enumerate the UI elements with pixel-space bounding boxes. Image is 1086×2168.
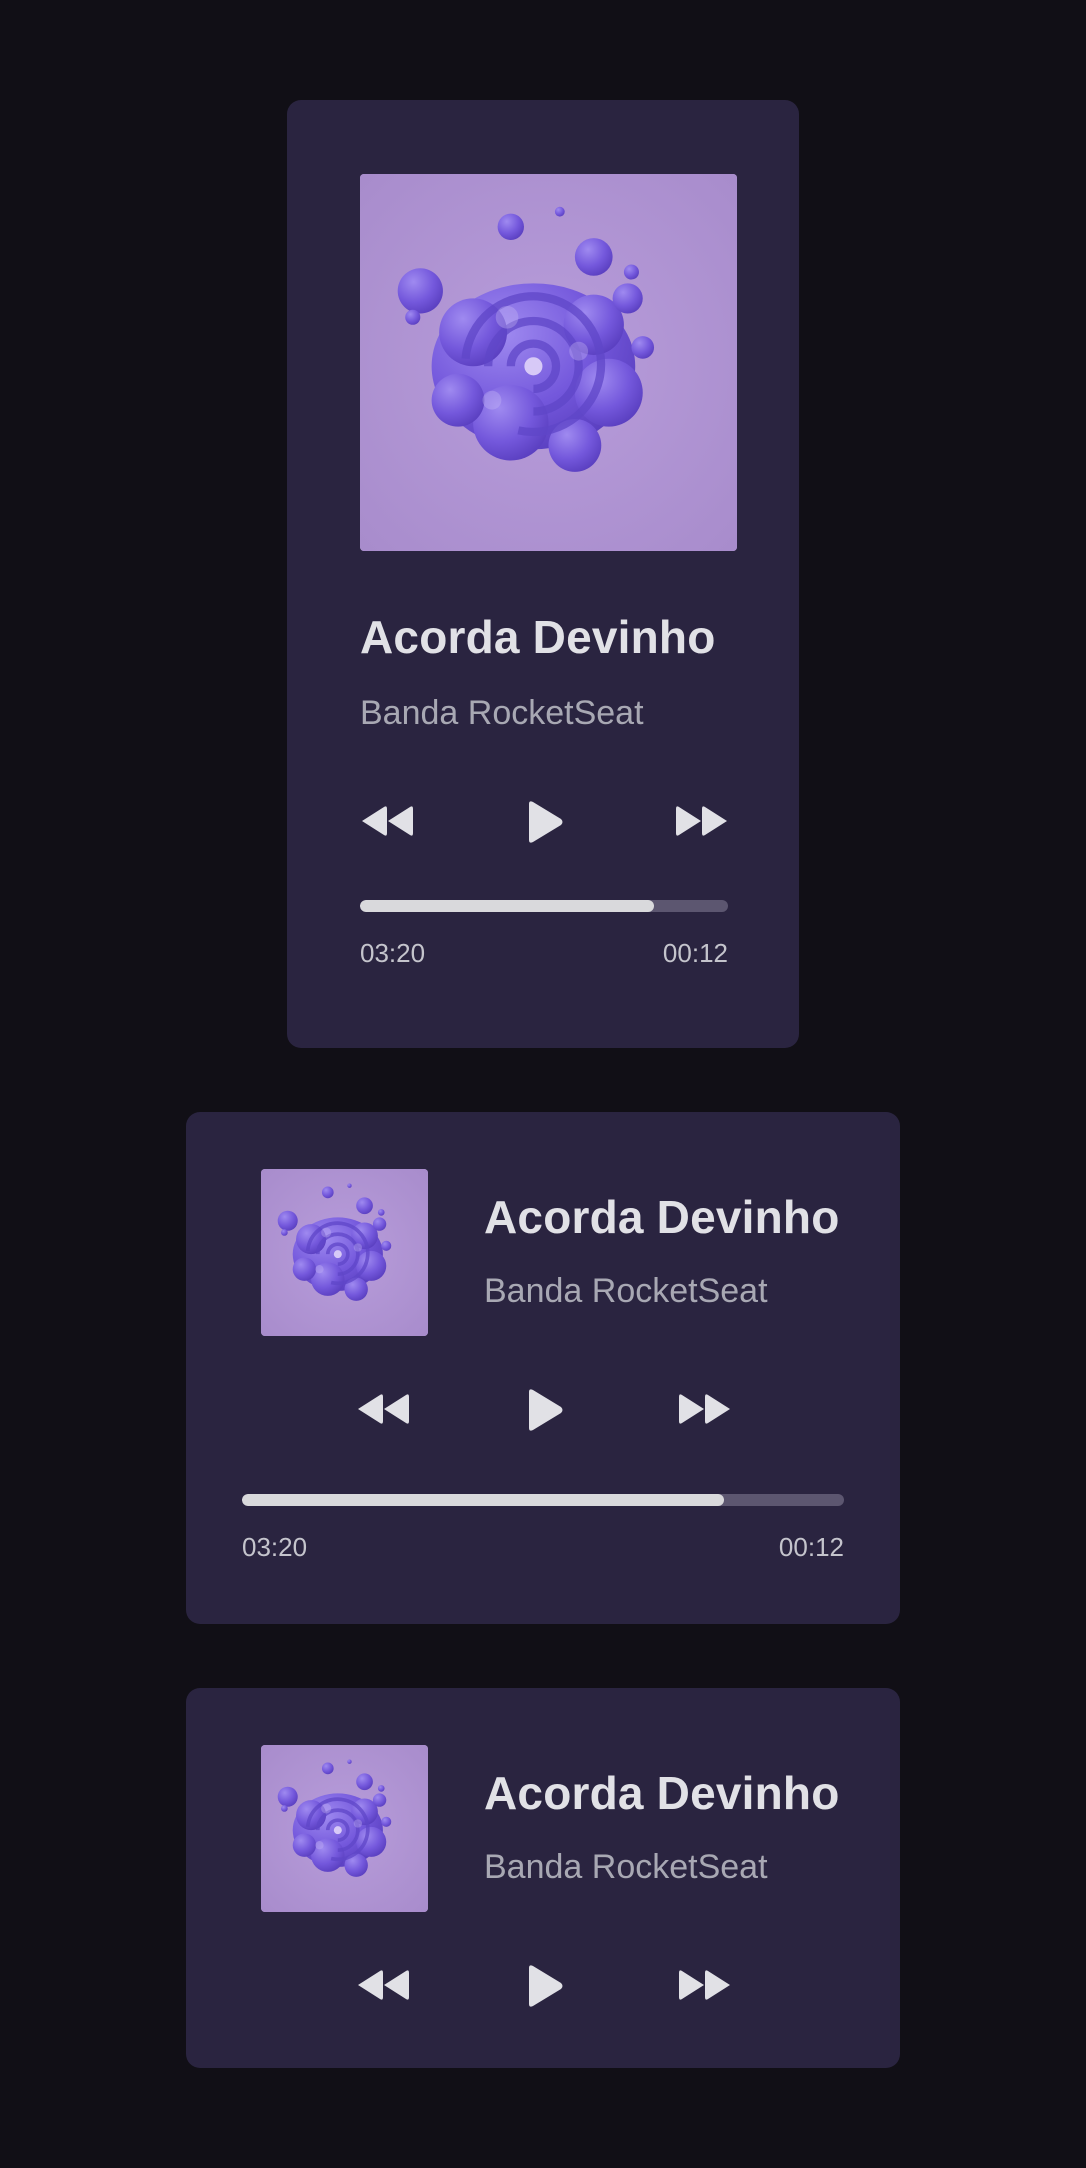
song-title: Acorda Devinho (360, 611, 716, 663)
song-title: Acorda Devinho (484, 1191, 840, 1243)
current-time: 03:20 (360, 938, 426, 968)
rewind-icon (356, 1392, 412, 1426)
previous-button[interactable] (356, 1968, 412, 2002)
artist-name: Banda RocketSeat (484, 1848, 768, 1886)
album-cover (261, 1745, 428, 1912)
album-cover (261, 1169, 428, 1336)
next-button[interactable] (676, 1392, 732, 1426)
artist-name: Banda RocketSeat (360, 694, 644, 732)
play-icon (526, 1388, 564, 1432)
rewind-icon (360, 804, 416, 838)
play-button[interactable] (526, 1964, 564, 2008)
progress-bar[interactable] (242, 1494, 844, 1506)
total-time: 00:12 (662, 938, 728, 968)
previous-button[interactable] (360, 804, 416, 838)
music-player-compact: Acorda Devinho Banda RocketSeat (186, 1688, 900, 2068)
music-player-horizontal: Acorda Devinho Banda RocketSeat 03:20 00… (186, 1112, 900, 1624)
playback-controls (360, 796, 728, 856)
playback-controls (356, 1960, 730, 2020)
artist-name: Banda RocketSeat (484, 1272, 768, 1310)
music-player-vertical: Acorda Devinho Banda RocketSeat 03:20 00… (287, 100, 799, 1048)
total-time: 00:12 (778, 1532, 844, 1562)
play-button[interactable] (526, 1388, 564, 1432)
progress-fill (242, 1494, 724, 1506)
album-art-image (261, 1169, 428, 1336)
fast-forward-icon (673, 804, 729, 838)
play-icon (526, 1964, 564, 2008)
playback-controls (356, 1384, 730, 1444)
progress-fill (360, 900, 655, 912)
next-button[interactable] (676, 1968, 732, 2002)
next-button[interactable] (673, 804, 729, 838)
previous-button[interactable] (356, 1392, 412, 1426)
album-art-image (261, 1745, 428, 1912)
play-icon (526, 800, 564, 844)
fast-forward-icon (676, 1968, 732, 2002)
fast-forward-icon (676, 1392, 732, 1426)
current-time: 03:20 (242, 1532, 308, 1562)
play-button[interactable] (526, 800, 564, 844)
album-cover (360, 174, 737, 551)
song-title: Acorda Devinho (484, 1767, 840, 1819)
progress-bar[interactable] (360, 900, 728, 912)
album-art-image (360, 174, 737, 551)
rewind-icon (356, 1968, 412, 2002)
